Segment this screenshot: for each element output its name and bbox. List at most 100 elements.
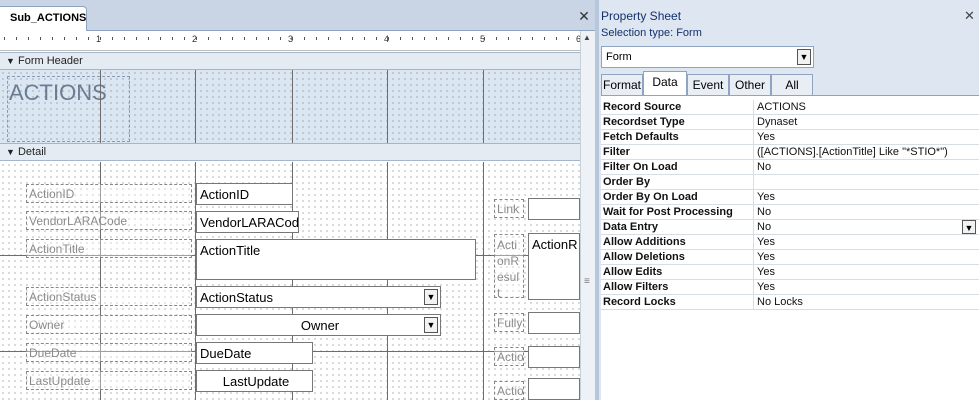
actiontitle-textbox[interactable]: ActionTitle — [196, 239, 476, 280]
property-row[interactable]: Allow Additions Yes — [601, 235, 979, 250]
lastupdate-textbox[interactable]: LastUpdate — [196, 370, 313, 392]
ruler-number: 5 — [480, 34, 486, 44]
vertical-scrollbar[interactable]: ▲ ≡ — [580, 31, 595, 400]
tab-data[interactable]: Data — [643, 71, 687, 96]
column-divider — [753, 160, 754, 175]
property-value[interactable]: Yes — [757, 131, 775, 143]
action-label[interactable]: Actio — [494, 347, 524, 366]
property-value[interactable]: Yes — [757, 236, 775, 248]
property-value[interactable]: No — [757, 221, 771, 233]
ruler-tick — [400, 37, 401, 40]
field-label[interactable]: LastUpdate — [26, 371, 192, 390]
column-divider — [753, 205, 754, 220]
fully-textbox[interactable] — [528, 312, 580, 334]
chevron-down-icon[interactable]: ▼ — [797, 49, 811, 65]
tab-all[interactable]: All — [771, 74, 813, 95]
property-row[interactable]: Wait for Post Processing No — [601, 205, 979, 220]
property-value[interactable]: No — [757, 161, 771, 173]
action-textbox[interactable] — [528, 346, 580, 368]
form-header-section-bar[interactable]: ▼ Form Header — [0, 52, 580, 70]
actionid-textbox[interactable]: ActionID — [196, 183, 293, 205]
link-textbox[interactable] — [528, 198, 580, 220]
ruler-tick — [556, 37, 557, 40]
property-value[interactable]: Yes — [757, 281, 775, 293]
actionstatus-combobox[interactable]: ActionStatus ▼ — [196, 286, 441, 308]
label-part: Acti — [497, 238, 518, 252]
ruler-number: 3 — [288, 34, 294, 44]
chevron-down-icon[interactable]: ▼ — [424, 317, 438, 333]
property-row[interactable]: Recordset Type Dynaset — [601, 115, 979, 130]
tab-other[interactable]: Other — [729, 74, 771, 95]
property-row[interactable]: Order By On Load Yes — [601, 190, 979, 205]
column-divider — [753, 145, 754, 160]
link-label[interactable]: Link — [494, 199, 524, 218]
field-label[interactable]: ActionTitle — [26, 239, 192, 258]
actionresult-textbox[interactable]: ActionR — [528, 233, 580, 300]
field-label[interactable]: Owner — [26, 315, 192, 334]
chevron-down-icon[interactable]: ▼ — [424, 289, 438, 305]
ruler-tick — [508, 37, 509, 40]
owner-combobox[interactable]: Owner ▼ — [196, 314, 441, 336]
form-title-label[interactable]: ACTIONS — [7, 76, 130, 142]
duedate-textbox[interactable]: DueDate — [196, 342, 313, 364]
ruler-tick — [4, 37, 5, 40]
close-icon[interactable]: ✕ — [964, 8, 975, 24]
chevron-down-icon[interactable]: ▼ — [962, 220, 976, 234]
column-divider — [753, 235, 754, 250]
property-name: Allow Filters — [603, 281, 669, 293]
object-selector-combobox[interactable]: Form ▼ — [601, 46, 814, 68]
ruler-tick — [136, 37, 137, 40]
detail-section-bar[interactable]: ▼ Detail — [0, 143, 580, 161]
access-window: { "document": { "tab_label": "Sub_ACTION… — [0, 0, 979, 400]
object-selector-value: Form — [606, 51, 632, 63]
field-label[interactable]: VendorLARACode — [26, 211, 192, 230]
ruler-tick — [568, 37, 569, 40]
property-name: Recordset Type — [603, 116, 685, 128]
property-row[interactable]: Filter ([ACTIONS].[ActionTitle] Like "*ST… — [601, 145, 979, 160]
actionresult-label[interactable]: Acti onR esul t — [494, 234, 524, 298]
property-row[interactable]: Filter On Load No — [601, 160, 979, 175]
property-row[interactable]: Allow Deletions Yes — [601, 250, 979, 265]
tab-event[interactable]: Event — [687, 74, 729, 95]
property-row[interactable]: Fetch Defaults Yes — [601, 130, 979, 145]
tab-format[interactable]: Format — [601, 74, 643, 95]
property-row[interactable]: Order By — [601, 175, 979, 190]
field-label[interactable]: ActionStatus — [26, 287, 192, 306]
property-row[interactable]: Data Entry No ▼ — [601, 220, 979, 235]
property-value[interactable]: ([ACTIONS].[ActionTitle] Like "*STIO*") — [757, 146, 948, 158]
property-row[interactable]: Record Locks No Locks — [601, 295, 979, 310]
form-header-label: Form Header — [17, 55, 83, 67]
property-value[interactable]: Yes — [757, 191, 775, 203]
property-value[interactable]: No Locks — [757, 296, 803, 308]
ruler-tick — [256, 37, 257, 40]
ruler-tick — [160, 37, 161, 40]
document-tab[interactable]: Sub_ACTIONS — [0, 6, 87, 31]
vendorlaracode-textbox[interactable]: VendorLARACod — [196, 211, 299, 233]
property-value[interactable]: ACTIONS — [757, 101, 806, 113]
property-value[interactable]: Yes — [757, 266, 775, 278]
property-name: Record Locks — [603, 296, 676, 308]
property-value[interactable]: Dynaset — [757, 116, 797, 128]
ruler-tick — [52, 37, 53, 40]
property-row[interactable]: Record Source ACTIONS — [601, 100, 979, 115]
scroll-grip-icon[interactable]: ≡ — [584, 276, 590, 287]
field-label[interactable]: DueDate — [26, 343, 192, 362]
property-row[interactable]: Allow Filters Yes — [601, 280, 979, 295]
ruler-tick — [436, 37, 437, 40]
column-divider — [753, 100, 754, 115]
field-label[interactable]: ActionID — [26, 184, 192, 203]
property-value[interactable]: Yes — [757, 251, 775, 263]
scroll-up-icon[interactable]: ▲ — [583, 33, 591, 42]
property-value[interactable]: No — [757, 206, 771, 218]
detail-label: Detail — [17, 146, 47, 158]
action-label[interactable]: Actio — [494, 381, 524, 400]
ruler-tick — [124, 37, 125, 40]
fully-label[interactable]: Fully — [494, 313, 524, 332]
label-part: onR — [497, 254, 520, 268]
property-name: Record Source — [603, 101, 682, 113]
ruler-tick — [424, 37, 425, 40]
action-textbox[interactable] — [528, 378, 580, 400]
property-row[interactable]: Allow Edits Yes — [601, 265, 979, 280]
grid-line — [292, 70, 293, 143]
close-icon[interactable]: ✕ — [576, 8, 592, 24]
